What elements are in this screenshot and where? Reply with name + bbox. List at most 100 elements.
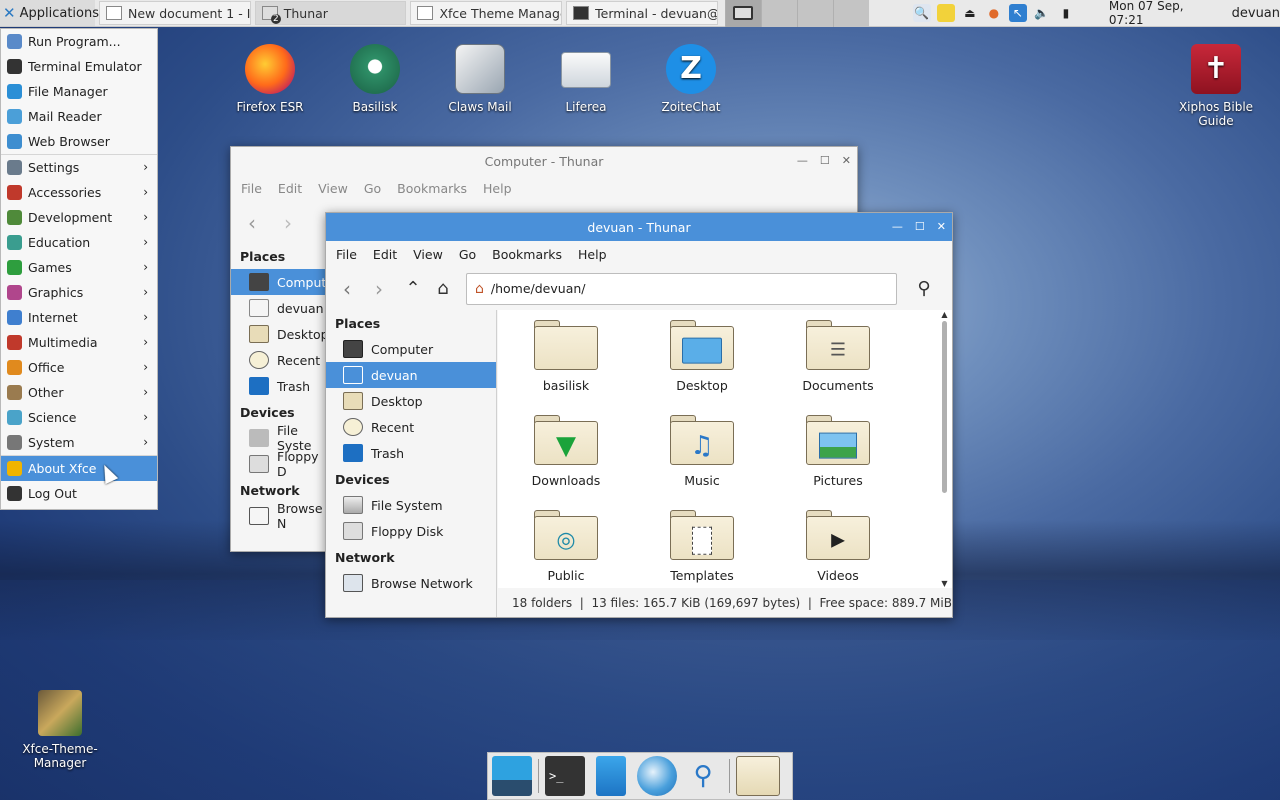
app-finder-icon[interactable]: ⚲ xyxy=(683,756,723,796)
menu-item-web-browser[interactable]: Web Browser xyxy=(1,129,157,154)
task-theme-manager[interactable]: Xfce Theme Manager xyxy=(410,1,563,25)
sidebar-item-browse-network[interactable]: Browse Network xyxy=(326,570,496,596)
folder-icon[interactable] xyxy=(736,756,780,796)
back-arrow-icon[interactable]: ‹ xyxy=(239,210,265,236)
minimize-icon[interactable]: — xyxy=(797,154,808,167)
location-bar[interactable]: ⌂ /home/devuan/ xyxy=(466,272,897,305)
menu-help[interactable]: Help xyxy=(483,181,512,196)
terminal-icon[interactable]: >_ xyxy=(545,756,585,796)
menu-item-development[interactable]: Development › xyxy=(1,205,157,230)
search-icon[interactable]: ⚲ xyxy=(911,276,937,302)
workspace-2[interactable] xyxy=(760,0,797,27)
clock[interactable]: Mon 07 Sep, 07:21 xyxy=(1109,0,1219,27)
workspace-3[interactable] xyxy=(796,0,833,27)
sidebar-item-trash[interactable]: Trash xyxy=(231,373,327,399)
forward-arrow-icon[interactable]: › xyxy=(275,210,301,236)
task-thunar[interactable]: 2 Thunar xyxy=(254,1,407,25)
menu-item-about-xfce[interactable]: About Xfce xyxy=(1,456,157,481)
menu-go[interactable]: Go xyxy=(459,247,476,262)
menu-item-multimedia[interactable]: Multimedia › xyxy=(1,330,157,355)
menu-file[interactable]: File xyxy=(336,247,357,262)
desktop-icon-xiphos[interactable]: ✝ Xiphos Bible Guide xyxy=(1166,44,1266,128)
folder-public[interactable]: ◎ Public xyxy=(506,510,626,583)
sidebar-item-devuan[interactable]: devuan xyxy=(231,295,327,321)
applications-menu-button[interactable]: ✕ Applications xyxy=(0,0,99,26)
sidebar-item-desktop[interactable]: Desktop xyxy=(326,388,496,414)
workspace-1[interactable] xyxy=(724,0,761,27)
workspace-4[interactable] xyxy=(832,0,869,27)
folder-downloads[interactable]: ▼ Downloads xyxy=(506,415,626,488)
task-terminal[interactable]: Terminal - devuan@d... xyxy=(566,1,718,25)
volume-icon[interactable]: 🔈 xyxy=(1033,4,1051,22)
menu-item-graphics[interactable]: Graphics › xyxy=(1,280,157,305)
search-icon[interactable]: 🔍 xyxy=(912,4,931,22)
menu-go[interactable]: Go xyxy=(364,181,381,196)
menu-item-settings[interactable]: Settings › xyxy=(1,155,157,180)
menu-item-terminal-emulator[interactable]: Terminal Emulator xyxy=(1,54,157,79)
menu-item-office[interactable]: Office › xyxy=(1,355,157,380)
sidebar-item-filesystem[interactable]: File Syste xyxy=(231,423,327,453)
menu-item-file-manager[interactable]: File Manager xyxy=(1,79,157,104)
close-icon[interactable]: ✕ xyxy=(937,220,946,233)
sidebar-item-filesystem[interactable]: File System xyxy=(326,492,496,518)
menu-view[interactable]: View xyxy=(413,247,443,262)
sidebar-item-browse-network[interactable]: Browse N xyxy=(231,501,327,531)
scrollbar-thumb[interactable] xyxy=(942,321,947,493)
desktop-icon-liferea[interactable]: Liferea xyxy=(536,44,636,114)
desktop-icon-firefox[interactable]: Firefox ESR xyxy=(220,44,320,114)
sidebar-item-recent[interactable]: Recent xyxy=(231,347,327,373)
minimize-icon[interactable]: — xyxy=(892,220,903,233)
menu-edit[interactable]: Edit xyxy=(278,181,302,196)
desktop-icon-theme-manager[interactable]: Xfce-Theme-Manager xyxy=(10,690,110,770)
menu-item-run-program[interactable]: Run Program... xyxy=(1,29,157,54)
sidebar-item-recent[interactable]: Recent xyxy=(326,414,496,440)
folder-videos[interactable]: ▶ Videos xyxy=(778,510,898,583)
back-arrow-icon[interactable]: ‹ xyxy=(334,276,360,302)
folder-basilisk[interactable]: basilisk xyxy=(506,320,626,393)
menu-item-education[interactable]: Education › xyxy=(1,230,157,255)
close-icon[interactable]: ✕ xyxy=(842,154,851,167)
scroll-up-icon[interactable]: ▲ xyxy=(937,310,952,319)
maximize-icon[interactable]: ☐ xyxy=(915,220,925,233)
desktop-icon-basilisk[interactable]: Basilisk xyxy=(325,44,425,114)
folder-music[interactable]: ♫ Music xyxy=(642,415,762,488)
file-manager-icon[interactable] xyxy=(596,756,626,796)
sidebar-item-devuan[interactable]: devuan xyxy=(326,362,496,388)
sidebar-item-trash[interactable]: Trash xyxy=(326,440,496,466)
menu-item-accessories[interactable]: Accessories › xyxy=(1,180,157,205)
maximize-icon[interactable]: ☐ xyxy=(820,154,830,167)
menu-item-science[interactable]: Science › xyxy=(1,405,157,430)
desktop-icon-claws-mail[interactable]: Claws Mail xyxy=(430,44,530,114)
menu-item-log-out[interactable]: Log Out xyxy=(1,481,157,506)
task-new-document[interactable]: New document 1 - In... xyxy=(99,1,251,25)
folder-templates[interactable]: Templates xyxy=(642,510,762,583)
sidebar-item-floppy[interactable]: Floppy Disk xyxy=(326,518,496,544)
home-icon[interactable]: ⌂ xyxy=(430,276,456,302)
sidebar-item-floppy[interactable]: Floppy D xyxy=(231,449,327,479)
desktop-icon-zoitechat[interactable]: Z ZoiteChat xyxy=(641,44,741,114)
eject-icon[interactable]: ⏏ xyxy=(961,4,979,22)
up-arrow-icon[interactable]: ⌃ xyxy=(400,276,426,302)
user-menu[interactable]: devuan xyxy=(1232,6,1280,21)
scroll-down-icon[interactable]: ▼ xyxy=(937,579,952,588)
menu-item-system[interactable]: System › xyxy=(1,430,157,455)
forward-arrow-icon[interactable]: › xyxy=(366,276,392,302)
folder-documents[interactable]: ☰ Documents xyxy=(778,320,898,393)
menu-help[interactable]: Help xyxy=(578,247,607,262)
folder-desktop[interactable]: Desktop xyxy=(642,320,762,393)
menu-item-mail-reader[interactable]: Mail Reader xyxy=(1,104,157,129)
menu-item-internet[interactable]: Internet › xyxy=(1,305,157,330)
menu-view[interactable]: View xyxy=(318,181,348,196)
show-desktop-icon[interactable] xyxy=(492,756,532,796)
menu-item-other[interactable]: Other › xyxy=(1,380,157,405)
notes-icon[interactable] xyxy=(936,4,955,22)
sidebar-item-desktop[interactable]: Desktop xyxy=(231,321,329,347)
folder-pictures[interactable]: Pictures xyxy=(778,415,898,488)
window-titlebar[interactable]: Computer - Thunar — ☐ ✕ xyxy=(231,147,857,175)
vertical-scrollbar[interactable]: ▲ ▼ xyxy=(937,310,952,588)
web-browser-icon[interactable] xyxy=(637,756,677,796)
window-titlebar[interactable]: devuan - Thunar — ☐ ✕ xyxy=(326,213,952,241)
battery-icon[interactable]: ▮ xyxy=(1057,4,1075,22)
menu-bookmarks[interactable]: Bookmarks xyxy=(492,247,562,262)
sidebar-item-computer[interactable]: Computer xyxy=(326,336,496,362)
